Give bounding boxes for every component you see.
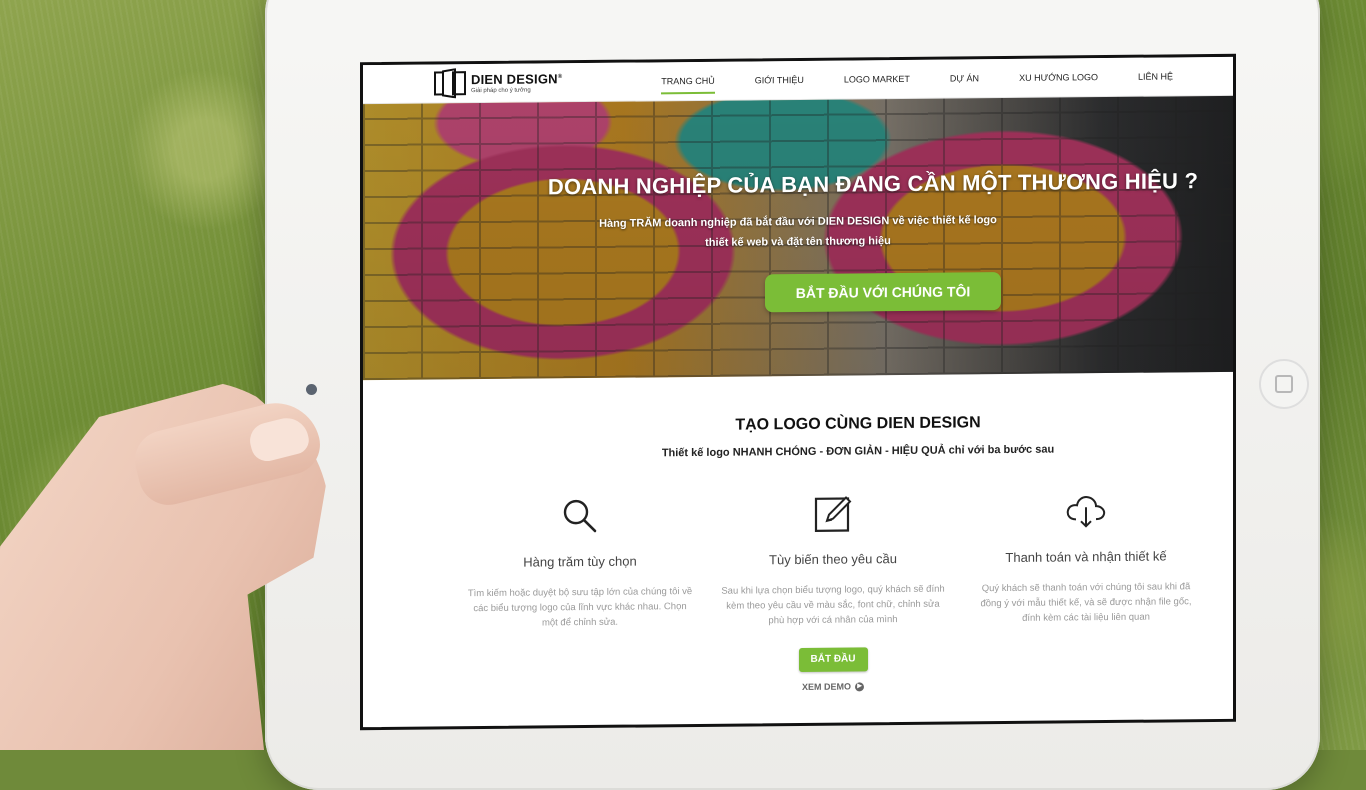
steps-section: TẠO LOGO CÙNG DIEN DESIGN Thiết kế logo …: [363, 372, 1233, 696]
hero-title: DOANH NGHIỆP CỦA BẠN ĐANG CẦN MỘT THƯƠNG…: [547, 168, 1199, 200]
feature-description: Quý khách sẽ thanh toán với chúng tôi sa…: [980, 581, 1192, 624]
cta-group: BẮT ĐẦU XEM DEMO ▶: [363, 644, 1233, 696]
logo-tagline: Giải pháp cho ý tưởng: [471, 87, 531, 94]
logo-name: DIEN DESIGN®: [471, 70, 563, 87]
edit-icon: [721, 493, 946, 535]
hero-subtitle: Hàng TRĂM doanh nghiệp đã bắt đầu với DI…: [588, 210, 1008, 254]
nav-item-logo-trends[interactable]: XU HƯỚNG LOGO: [1019, 64, 1098, 91]
demo-link[interactable]: XEM DEMO ▶: [433, 678, 1233, 696]
main-menu: TRANG CHỦ GIỚI THIỆU LOGO MARKET DỰ ÁN X…: [661, 63, 1173, 94]
feature-item: Hàng trăm tùy chọn Tìm kiếm hoặc duyệt b…: [468, 495, 693, 631]
tablet-screen: DIEN DESIGN® Giải pháp cho ý tưởng TRANG…: [360, 53, 1236, 731]
feature-title: Thanh toán và nhận thiết kế: [1005, 548, 1167, 566]
hero-subtitle-line-2: thiết kế web và đặt tên thương hiệu: [705, 235, 891, 249]
site-logo[interactable]: DIEN DESIGN® Giải pháp cho ý tưởng: [433, 67, 563, 99]
section-subtitle: Thiết kế logo NHANH CHÓNG - ĐƠN GIẢN - H…: [661, 443, 1055, 460]
tablet-camera: [306, 384, 317, 395]
hero-subtitle-line-1: Hàng TRĂM doanh nghiệp đã bắt đầu với DI…: [599, 214, 997, 230]
feature-description: Tìm kiếm hoặc duyệt bộ sưu tập lớn của c…: [467, 586, 693, 629]
nav-item-contact[interactable]: LIÊN HỆ: [1138, 63, 1173, 89]
logo-text: DIEN DESIGN® Giải pháp cho ý tưởng: [471, 70, 563, 94]
feature-item: Tùy biến theo yêu cầu Sau khi lựa chọn b…: [721, 493, 946, 629]
home-button-icon: [1275, 375, 1293, 393]
feature-title: Hàng trăm tùy chọn: [523, 553, 637, 570]
hero-banner: DOANH NGHIỆP CỦA BẠN ĐANG CẦN MỘT THƯƠNG…: [363, 95, 1233, 381]
logo-mark-icon: [434, 68, 466, 99]
nav-item-logo-market[interactable]: LOGO MARKET: [844, 66, 910, 93]
nav-item-home[interactable]: TRANG CHỦ: [661, 68, 715, 95]
start-button[interactable]: BẮT ĐẦU: [798, 647, 868, 672]
hero-content: DOANH NGHIỆP CỦA BẠN ĐANG CẦN MỘT THƯƠNG…: [363, 168, 1233, 316]
play-circle-icon: ▶: [855, 681, 864, 691]
demo-link-label: XEM DEMO: [801, 681, 851, 692]
feature-title: Tùy biến theo yêu cầu: [769, 551, 897, 568]
nav-item-about[interactable]: GIỚI THIỆU: [755, 67, 804, 93]
nav-item-projects[interactable]: DỰ ÁN: [950, 65, 979, 91]
section-title: TẠO LOGO CÙNG DIEN DESIGN: [735, 414, 981, 434]
feature-description: Sau khi lựa chọn biểu tượng logo, quý kh…: [721, 583, 945, 627]
tablet-home-button[interactable]: [1259, 359, 1309, 409]
feature-list: Hàng trăm tùy chọn Tìm kiếm hoặc duyệt b…: [363, 490, 1233, 632]
feature-item: Thanh toán và nhận thiết kế Quý khách sẽ…: [974, 490, 1199, 626]
search-icon: [468, 495, 693, 537]
hero-start-button[interactable]: BẮT ĐẦU VỚI CHÚNG TÔI: [765, 272, 1001, 313]
cloud-download-icon: [974, 490, 1199, 532]
